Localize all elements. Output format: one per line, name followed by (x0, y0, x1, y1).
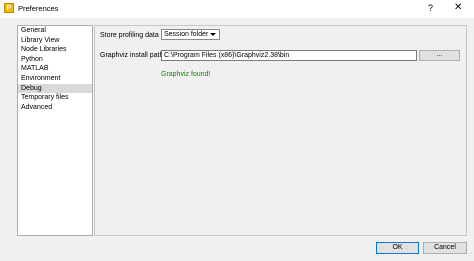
profiling-location-select[interactable]: Session folder (161, 29, 220, 40)
sidebar-item-library-view[interactable]: Library View (18, 36, 92, 46)
sidebar-item-matlab[interactable]: MATLAB (18, 64, 92, 74)
graphviz-status-text: Graphviz found! (161, 71, 211, 78)
title-bar: P Preferences ? ✕ (0, 0, 474, 18)
cancel-button[interactable]: Cancel (423, 242, 467, 254)
sidebar-item-temporary-files[interactable]: Temporary files (18, 93, 92, 103)
profiling-location-label: Store profiling data in (100, 32, 167, 39)
resize-grip-icon[interactable]: ⋰ (466, 253, 473, 260)
sidebar-item-debug[interactable]: Debug (18, 83, 92, 94)
sidebar-item-advanced[interactable]: Advanced (18, 103, 92, 113)
chevron-down-icon (210, 33, 216, 36)
profiling-location-value: Session folder (164, 31, 209, 38)
window-title: Preferences (18, 4, 59, 13)
graphviz-path-label: Graphviz install path (100, 52, 164, 59)
sidebar-item-python[interactable]: Python (18, 55, 92, 65)
sidebar-item-environment[interactable]: Environment (18, 74, 92, 84)
graphviz-path-input[interactable]: C:\Program Files (x86)\Graphviz2.38\bin (161, 50, 417, 61)
sidebar-item-node-libraries[interactable]: Node Libraries (18, 45, 92, 55)
sidebar-item-general[interactable]: General (18, 26, 92, 36)
app-icon: P (4, 3, 14, 13)
close-button[interactable]: ✕ (454, 2, 462, 13)
browse-button[interactable]: ... (419, 50, 460, 61)
ok-button[interactable]: OK (376, 242, 419, 254)
help-button[interactable]: ? (428, 3, 433, 13)
preferences-sidebar: General Library View Node Libraries Pyth… (17, 25, 93, 236)
